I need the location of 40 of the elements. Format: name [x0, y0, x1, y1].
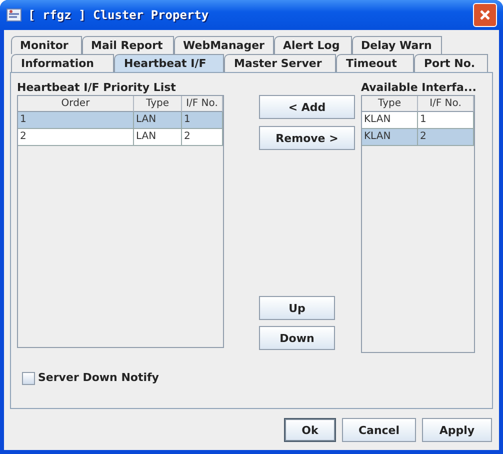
column-header[interactable]: Order — [18, 96, 134, 112]
checkbox[interactable] — [22, 372, 35, 384]
move-button[interactable]: < Add — [259, 95, 355, 119]
table-cell[interactable]: 1 — [18, 112, 134, 129]
column-header[interactable]: Type — [362, 96, 418, 112]
window-title: [ rfgz ] Cluster Property — [28, 8, 210, 22]
tab[interactable]: Mail Report — [82, 36, 174, 54]
order-button[interactable]: Up — [259, 296, 335, 320]
table-cell[interactable]: LAN — [134, 129, 182, 146]
dialog-button[interactable]: Apply — [422, 418, 492, 442]
table-cell[interactable]: LAN — [134, 112, 182, 129]
column-header[interactable]: Type — [134, 96, 182, 112]
move-button[interactable]: Remove > — [259, 126, 355, 150]
table-cell[interactable]: 1 — [418, 112, 474, 129]
tab[interactable]: WebManager — [174, 36, 274, 54]
dialog-button[interactable]: Ok — [284, 418, 336, 442]
close-icon — [479, 9, 491, 21]
list-title: Available Interfa... — [361, 81, 476, 95]
checkbox-label[interactable]: Server Down Notify — [38, 371, 159, 385]
tab[interactable]: Port No. — [414, 54, 488, 72]
tab[interactable]: Alert Log — [274, 36, 352, 54]
tab[interactable]: Monitor — [11, 36, 82, 54]
table-cell[interactable]: KLAN — [362, 129, 418, 146]
list-title: Heartbeat I/F Priority List — [17, 81, 177, 95]
tab[interactable]: Heartbeat I/F — [114, 54, 224, 72]
close-button[interactable] — [473, 3, 497, 27]
column-header[interactable]: I/F No. — [418, 96, 474, 112]
table-cell[interactable]: 2 — [418, 129, 474, 146]
table-cell[interactable]: 2 — [18, 129, 134, 146]
tab[interactable]: Timeout — [336, 54, 414, 72]
table-cell[interactable]: 2 — [182, 129, 223, 146]
table-cell[interactable]: 1 — [182, 112, 223, 129]
tab[interactable]: Information — [11, 54, 114, 72]
tab[interactable]: Delay Warn — [352, 36, 442, 54]
table-cell[interactable]: KLAN — [362, 112, 418, 129]
column-header[interactable]: I/F No. — [182, 96, 223, 112]
order-button[interactable]: Down — [259, 326, 335, 350]
tab[interactable]: Master Server — [224, 54, 336, 72]
app-icon — [6, 7, 22, 23]
dialog-button[interactable]: Cancel — [342, 418, 416, 442]
